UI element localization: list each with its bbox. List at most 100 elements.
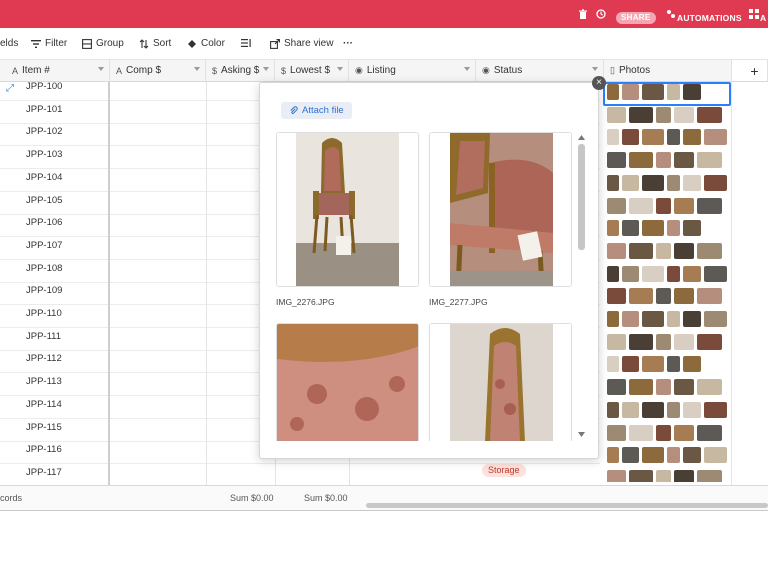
column-header-comp[interactable]: A Comp $ <box>110 60 206 82</box>
share-button[interactable]: SHARE <box>616 12 656 24</box>
photo-thumbnail[interactable] <box>656 106 671 123</box>
close-icon[interactable]: × <box>592 76 606 90</box>
table-row-item-cell[interactable]: JPP-102 <box>26 126 62 137</box>
photo-thumbnail[interactable] <box>674 106 694 123</box>
automations-icon[interactable] <box>666 9 676 19</box>
photo-thumbnail[interactable] <box>704 174 727 191</box>
photo-thumbnail[interactable] <box>667 174 680 191</box>
photo-thumbnail[interactable] <box>667 311 680 327</box>
photo-thumbnail[interactable] <box>667 129 680 146</box>
photo-thumbnail[interactable] <box>667 401 680 418</box>
photo-thumbnail[interactable] <box>674 288 694 305</box>
history-icon[interactable] <box>596 9 606 19</box>
column-header-photos[interactable]: ▯ Photos <box>604 60 732 82</box>
photo-thumbnail[interactable] <box>629 288 653 305</box>
attach-file-button[interactable]: Attach file <box>281 102 352 119</box>
hide-fields-button[interactable]: elds <box>0 38 18 49</box>
filter-button[interactable]: Filter <box>31 38 67 49</box>
attachment-card[interactable] <box>429 132 572 287</box>
automations-button[interactable]: AUTOMATIONS <box>677 13 742 23</box>
photo-thumbnail[interactable] <box>683 447 701 464</box>
table-row-item-cell[interactable]: JPP-108 <box>26 263 62 274</box>
photo-thumbnail[interactable] <box>656 152 671 169</box>
photo-thumbnail[interactable] <box>642 401 664 418</box>
photo-thumbnail[interactable] <box>622 401 639 418</box>
photo-thumbnail[interactable] <box>622 220 639 237</box>
photo-thumbnail[interactable] <box>697 424 722 441</box>
horizontal-scrollbar[interactable] <box>366 503 768 508</box>
photo-thumbnail[interactable] <box>629 379 653 396</box>
add-field-button[interactable]: + <box>732 60 768 82</box>
table-row-item-cell[interactable]: JPP-114 <box>26 399 62 410</box>
table-row-item-cell[interactable]: JPP-117 <box>26 467 62 478</box>
photo-thumbnail[interactable] <box>607 197 626 214</box>
row-height-button[interactable] <box>241 38 251 48</box>
photo-thumbnail[interactable] <box>667 220 680 237</box>
column-header-lowest[interactable]: $ Lowest $ <box>275 60 349 82</box>
photo-thumbnail[interactable] <box>642 265 664 282</box>
attachment-card[interactable] <box>429 323 572 441</box>
photo-thumbnail[interactable] <box>697 152 722 169</box>
photo-thumbnail[interactable] <box>607 152 626 169</box>
photo-thumbnail[interactable] <box>607 242 626 259</box>
photo-thumbnail[interactable] <box>683 356 701 373</box>
photo-thumbnail[interactable] <box>697 242 722 259</box>
table-row-item-cell[interactable]: JPP-113 <box>26 376 62 387</box>
scroll-up-arrow-icon[interactable] <box>578 135 585 140</box>
photo-thumbnail[interactable] <box>656 242 671 259</box>
popup-scrollbar-thumb[interactable] <box>578 144 585 250</box>
photo-thumbnail[interactable] <box>697 106 722 123</box>
photo-thumbnail[interactable] <box>607 220 619 237</box>
photo-thumbnail[interactable] <box>622 311 639 327</box>
photo-thumbnail[interactable] <box>656 424 671 441</box>
photo-thumbnail[interactable] <box>697 288 722 305</box>
photo-thumbnail[interactable] <box>629 152 653 169</box>
table-row-item-cell[interactable]: JPP-116 <box>26 444 62 455</box>
photo-thumbnail[interactable] <box>642 311 664 327</box>
photo-thumbnail[interactable] <box>683 220 701 237</box>
chevron-down-icon[interactable] <box>263 67 269 71</box>
photo-thumbnail[interactable] <box>683 311 701 327</box>
share-view-button[interactable]: Share view <box>270 38 333 49</box>
photo-thumbnail[interactable] <box>629 106 653 123</box>
photo-thumbnail[interactable] <box>642 174 664 191</box>
photo-thumbnail[interactable] <box>607 288 626 305</box>
photo-thumbnail[interactable] <box>607 401 619 418</box>
attachment-card[interactable] <box>276 132 419 287</box>
photo-thumbnail[interactable] <box>622 356 639 373</box>
photo-thumbnail[interactable] <box>607 265 619 282</box>
photo-thumbnail[interactable] <box>674 197 694 214</box>
photo-thumbnail[interactable] <box>622 129 639 146</box>
apps-button[interactable]: A <box>760 13 766 23</box>
table-row-item-cell[interactable]: JPP-100 <box>26 81 62 92</box>
table-row-item-cell[interactable]: JPP-105 <box>26 195 62 206</box>
photo-thumbnail[interactable] <box>683 174 701 191</box>
photo-thumbnail[interactable] <box>607 106 626 123</box>
photo-thumbnail[interactable] <box>607 333 626 350</box>
chevron-down-icon[interactable] <box>464 67 470 71</box>
table-row-item-cell[interactable]: JPP-101 <box>26 104 62 115</box>
photo-thumbnail[interactable] <box>704 401 727 418</box>
photo-thumbnail[interactable] <box>704 311 727 327</box>
photo-thumbnail[interactable] <box>704 129 727 146</box>
photo-thumbnail[interactable] <box>607 379 626 396</box>
chevron-down-icon[interactable] <box>194 67 200 71</box>
photo-thumbnail[interactable] <box>683 401 701 418</box>
photo-thumbnail[interactable] <box>697 333 722 350</box>
photo-thumbnail[interactable] <box>607 174 619 191</box>
table-row-item-cell[interactable]: JPP-107 <box>26 240 62 251</box>
photo-thumbnail[interactable] <box>629 242 653 259</box>
photo-thumbnail[interactable] <box>674 424 694 441</box>
table-row-item-cell[interactable]: JPP-109 <box>26 285 62 296</box>
chevron-down-icon[interactable] <box>592 67 598 71</box>
sort-button[interactable]: Sort <box>139 38 171 49</box>
table-row-item-cell[interactable]: JPP-115 <box>26 422 62 433</box>
photos-column-cells[interactable] <box>603 82 733 482</box>
photo-thumbnail[interactable] <box>697 469 722 482</box>
photo-thumbnail[interactable] <box>607 447 619 464</box>
photo-thumbnail[interactable] <box>642 447 664 464</box>
photo-thumbnail[interactable] <box>683 265 701 282</box>
color-button[interactable]: Color <box>187 38 225 49</box>
photo-thumbnail[interactable] <box>656 469 671 482</box>
photo-thumbnail[interactable] <box>622 447 639 464</box>
